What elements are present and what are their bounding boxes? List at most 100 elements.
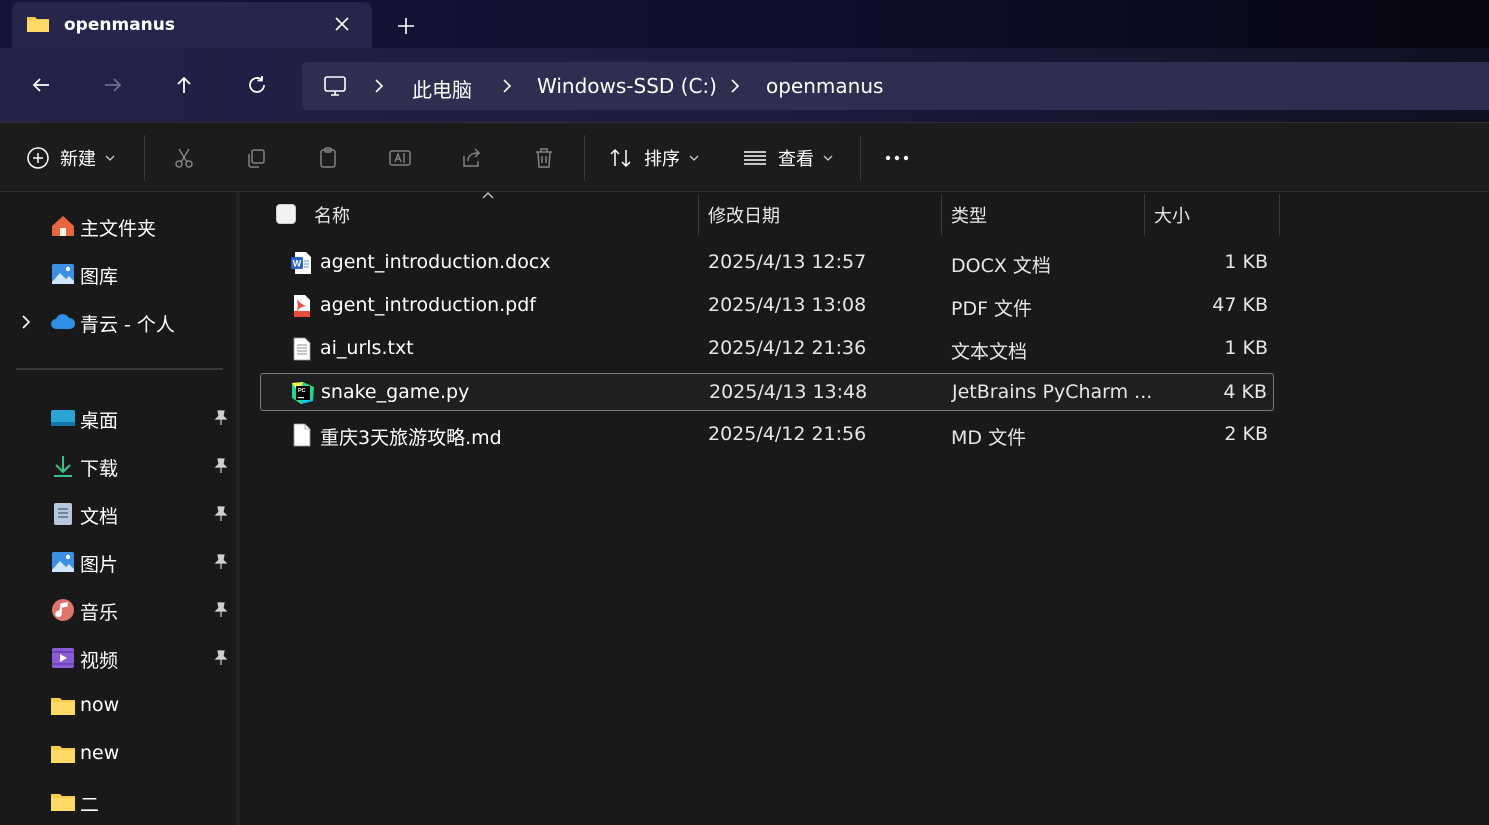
pin-icon[interactable] [212, 553, 230, 571]
close-icon[interactable] [330, 12, 354, 36]
pin-icon[interactable] [212, 409, 230, 427]
sidebar-item-music[interactable]: 音乐 [0, 590, 236, 630]
file-type: JetBrains PyCharm ... [952, 381, 1153, 403]
sidebar-item-label: new [80, 742, 120, 764]
gallery-icon [52, 264, 74, 284]
sidebar-item-label: 图库 [80, 266, 119, 288]
word-doc-icon: W [291, 252, 311, 274]
sidebar-item-new[interactable]: new [0, 734, 236, 774]
sidebar-item-pictures[interactable]: 图片 [0, 542, 236, 582]
sort-button[interactable]: 排序 [608, 143, 700, 173]
up-button[interactable] [167, 68, 201, 102]
sidebar-item-home[interactable]: 主文件夹 [0, 206, 236, 246]
column-header-modified[interactable]: 修改日期 [708, 202, 780, 228]
copy-button[interactable] [244, 143, 268, 173]
new-tab-icon[interactable] [392, 12, 420, 40]
folder-icon [51, 698, 75, 715]
sidebar-item-gallery[interactable]: 图库 [0, 254, 236, 294]
column-header-name[interactable]: 名称 [314, 202, 350, 228]
chevron-right-icon [503, 79, 512, 93]
sidebar-item-videos[interactable]: 视频 [0, 638, 236, 678]
more-options-button[interactable] [884, 143, 912, 173]
refresh-button[interactable] [240, 68, 274, 102]
svg-text:PC: PC [298, 388, 306, 394]
sidebar-item-label: 下载 [80, 458, 119, 480]
file-name: ai_urls.txt [320, 337, 414, 359]
onedrive-cloud-icon [51, 314, 76, 329]
sidebar-item-documents[interactable]: 文档 [0, 494, 236, 534]
file-modified: 2025/4/13 12:57 [708, 251, 867, 273]
plus-circle-icon [27, 147, 49, 169]
text-file-icon [293, 337, 311, 361]
column-header-type[interactable]: 类型 [951, 202, 987, 228]
sidebar-item-desktop[interactable]: 桌面 [0, 398, 236, 438]
column-header-size[interactable]: 大小 [1154, 202, 1190, 228]
trash-icon [536, 148, 552, 168]
sidebar-item-label: 青云 - 个人 [80, 314, 175, 336]
file-row[interactable]: ai_urls.txt 2025/4/12 21:36 文本文档 1 KB [260, 330, 1274, 368]
home-icon [52, 216, 74, 236]
document-icon [54, 503, 72, 525]
column-divider[interactable] [1144, 194, 1145, 236]
navigation-bar: 此电脑 Windows-SSD (C:) openmanus [0, 48, 1489, 122]
toolbar-divider [860, 135, 861, 181]
file-type: 文本文档 [951, 341, 1028, 363]
column-divider[interactable] [698, 194, 699, 236]
sidebar-item-label: 视频 [80, 650, 119, 672]
tab-openmanus[interactable]: openmanus [12, 2, 372, 48]
select-all-checkbox[interactable] [276, 204, 296, 224]
sidebar-item-label: now [80, 694, 120, 716]
paste-button[interactable] [316, 143, 340, 173]
sidebar-item-label: 二 [80, 794, 100, 816]
chevron-right-icon[interactable] [18, 313, 34, 331]
pycharm-icon: PC [292, 382, 314, 404]
blank-file-icon [293, 423, 311, 447]
pin-icon[interactable] [212, 457, 230, 475]
file-row[interactable]: W agent_introduction.docx 2025/4/13 12:5… [260, 244, 1274, 282]
file-name: snake_game.py [321, 381, 470, 403]
view-button[interactable]: 查看 [742, 143, 834, 173]
file-row[interactable]: 重庆3天旅游攻略.md 2025/4/12 21:56 MD 文件 2 KB [260, 416, 1274, 454]
new-button[interactable]: 新建 [26, 143, 116, 173]
share-button[interactable] [460, 143, 484, 173]
address-bar[interactable]: 此电脑 Windows-SSD (C:) openmanus [302, 62, 1489, 110]
back-button[interactable] [24, 68, 58, 102]
toolbar-divider [144, 135, 145, 181]
chevron-right-icon [731, 79, 740, 93]
file-name: agent_introduction.docx [320, 251, 551, 273]
sidebar-item-now[interactable]: now [0, 686, 236, 726]
arrow-left-icon [32, 78, 49, 92]
sidebar-item-onedrive[interactable]: 青云 - 个人 [0, 302, 236, 342]
file-modified: 2025/4/13 13:08 [708, 294, 867, 316]
file-row-selected[interactable]: PC snake_game.py 2025/4/13 13:48 JetBrai… [260, 373, 1274, 411]
copy-icon [248, 149, 265, 168]
desktop-icon [51, 410, 75, 426]
tab-bar: openmanus [0, 0, 1489, 48]
pin-icon[interactable] [212, 505, 230, 523]
file-modified: 2025/4/12 21:56 [708, 423, 867, 445]
svg-text:W: W [293, 259, 302, 269]
cut-button[interactable] [172, 143, 196, 173]
pin-icon[interactable] [212, 601, 230, 619]
forward-button[interactable] [96, 68, 130, 102]
rename-icon [389, 150, 411, 166]
breadcrumb-drive[interactable]: Windows-SSD (C:) [537, 74, 717, 98]
file-size: 4 KB [1223, 381, 1267, 403]
tab-title: openmanus [64, 15, 175, 35]
folder-icon [51, 746, 75, 763]
chevron-down-icon [689, 155, 699, 161]
delete-button[interactable] [532, 143, 556, 173]
arrow-up-icon [177, 76, 191, 93]
sort-label: 排序 [644, 149, 680, 170]
video-icon [52, 648, 74, 668]
pin-icon[interactable] [212, 649, 230, 667]
column-divider[interactable] [941, 194, 942, 236]
sidebar-item-er[interactable]: 二 [0, 782, 236, 822]
sidebar-item-downloads[interactable]: 下载 [0, 446, 236, 486]
column-divider[interactable] [1279, 194, 1280, 236]
breadcrumb-this-pc[interactable]: 此电脑 [412, 74, 472, 103]
rename-button[interactable] [388, 143, 412, 173]
breadcrumb-current-folder[interactable]: openmanus [766, 74, 883, 98]
file-row[interactable]: agent_introduction.pdf 2025/4/13 13:08 P… [260, 287, 1274, 325]
list-view-icon [744, 151, 766, 165]
